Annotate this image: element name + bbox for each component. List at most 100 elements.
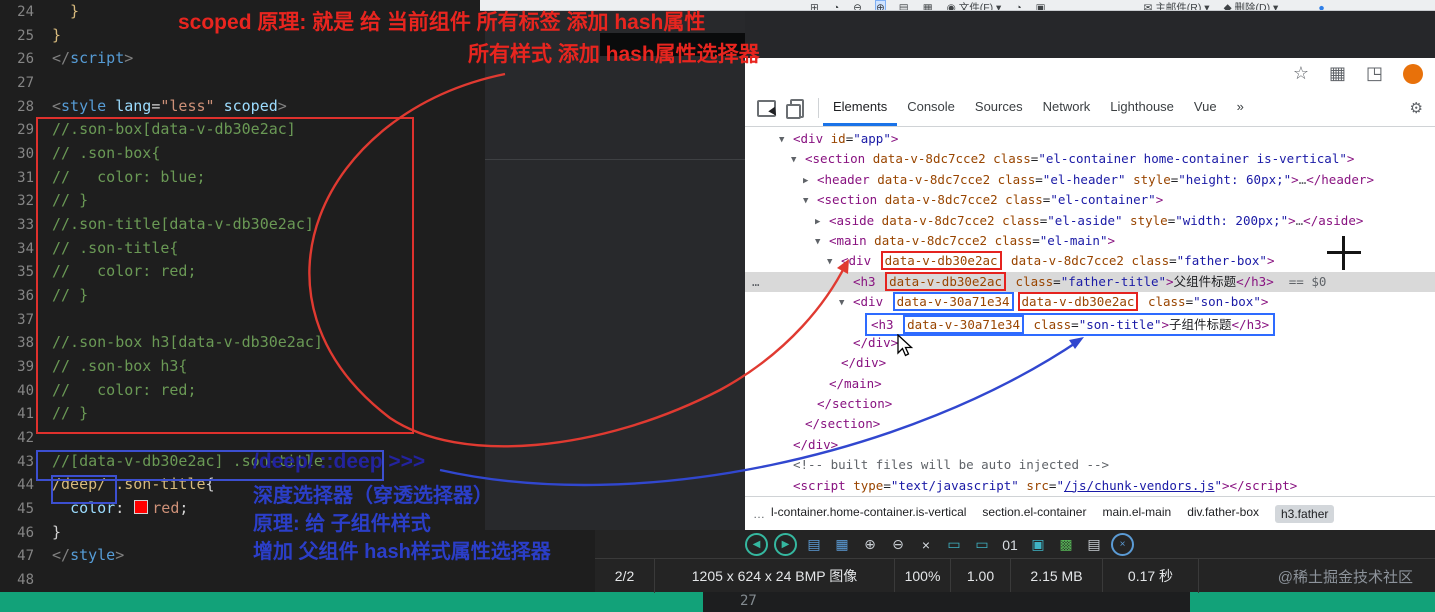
browser-address-bar[interactable]: ☆ ▦ ◳ ● — [745, 58, 1435, 91]
dom-token: > — [1161, 316, 1170, 332]
print-icon[interactable]: ▤ — [1083, 534, 1105, 556]
close-image-icon[interactable]: × — [915, 534, 937, 556]
deep-selector-highlight-box-blue — [51, 475, 117, 504]
dom-token: <!-- built files will be auto injected -… — [793, 457, 1110, 473]
device-toolbar-icon[interactable] — [786, 98, 804, 119]
browser-titlebar — [745, 10, 1435, 58]
dom-token: class — [997, 192, 1043, 208]
tab-sources[interactable]: Sources — [965, 90, 1033, 126]
image-viewer-bottom-panel: ◀ ▶ ▤ ▦ ⊕ ⊖ × ▭ ▭ 01 ▣ ▩ ▤ × 2/2 1205 x 624 x 24 BMP 图… — [595, 530, 1435, 593]
twisty-arrow-icon[interactable]: ▼ — [803, 191, 817, 211]
color-swatch — [134, 500, 149, 515]
twisty-arrow-icon[interactable]: ▶ — [803, 171, 817, 191]
dom-tree-row[interactable]: </section> — [745, 414, 1435, 434]
dom-tree-row[interactable]: </div> — [745, 353, 1435, 373]
dom-token: "el-container home-container is-vertical… — [1038, 151, 1347, 167]
dom-tree-row[interactable]: <script type="text/javascript" src="/js/… — [745, 476, 1435, 496]
screen-tool[interactable]: ▣ — [1036, 1, 1046, 10]
dom-token: " — [1056, 477, 1064, 493]
tab-network[interactable]: Network — [1033, 90, 1101, 126]
dom-tree-row[interactable]: … <h3 data-v-db30e2ac class="father-title… — [745, 271, 1435, 293]
breadcrumb-item[interactable]: l-container.home-container.is-vertical — [771, 505, 966, 523]
dom-token: </h3> — [1231, 316, 1270, 332]
breadcrumb-item[interactable]: section.el-container — [982, 505, 1086, 523]
next-image-icon[interactable]: ▶ — [774, 533, 797, 556]
view-list-tool[interactable]: ▤ — [899, 1, 909, 10]
fit-width-icon[interactable]: ▭ — [943, 534, 965, 556]
dom-tree-row[interactable]: ▼ <div data-v-db30e2ac data-v-8dc7cce2 cl… — [745, 251, 1435, 271]
breadcrumb: … l-container.home-container.is-vertical… — [745, 496, 1435, 530]
footer-line-number: 27 — [740, 593, 757, 609]
mail-menu[interactable]: ✉ 主邮件(R) ▾ — [1144, 1, 1210, 10]
twisty-arrow-icon[interactable]: ▼ — [779, 130, 793, 150]
dom-tree-row[interactable]: ▶ <aside data-v-8dc7cce2 class="el-aside"… — [745, 211, 1435, 231]
dom-token: data-v-8dc7cce2 — [1003, 253, 1124, 269]
breadcrumb-item[interactable]: h3.father — [1275, 505, 1335, 523]
fullscreen-icon[interactable]: ▣ — [1027, 534, 1049, 556]
extensions-icon[interactable]: ◳ — [1366, 63, 1383, 84]
delete-menu[interactable]: ◆ 删除(D) ▾ — [1224, 1, 1279, 10]
breadcrumb-item[interactable]: main.el-main — [1102, 505, 1171, 523]
browse-list-icon[interactable]: ▤ — [803, 534, 825, 556]
slideshow-icon[interactable]: ▩ — [1055, 534, 1077, 556]
dom-token: = — [1032, 232, 1040, 248]
status-cell: 1205 x 624 x 24 BMP 图像 — [655, 559, 895, 593]
line-number: 30 — [17, 146, 34, 163]
line-number: 45 — [17, 501, 34, 518]
app-button[interactable]: ● — [1318, 1, 1324, 10]
dom-tree-row[interactable]: </section> — [745, 394, 1435, 414]
line-number: 34 — [17, 240, 34, 257]
twisty-arrow-icon[interactable]: ▼ — [815, 232, 829, 252]
dom-tree-row[interactable]: </div> — [745, 435, 1435, 455]
dom-tree-row[interactable]: ▼ <section data-v-8dc7cce2 class="el-cont… — [745, 190, 1435, 210]
dom-token: = — [1035, 171, 1043, 187]
inspect-element-icon[interactable] — [757, 99, 776, 117]
actual-size-icon[interactable]: 01 — [999, 534, 1021, 556]
twisty-arrow-icon[interactable]: ▶ — [815, 212, 829, 232]
dom-token: class — [1123, 253, 1170, 269]
twisty-arrow-icon[interactable]: ▼ — [839, 293, 853, 313]
code-token: > — [124, 49, 134, 68]
prev-image-icon[interactable]: ◀ — [745, 533, 768, 556]
fit-window-icon[interactable]: ▭ — [971, 534, 993, 556]
dom-token: "father-title" — [1060, 273, 1167, 289]
zoom-out-icon[interactable]: ⊖ — [887, 534, 909, 556]
settings-gear-icon[interactable]: ⚙ — [1410, 99, 1423, 117]
settings-icon[interactable]: × — [1111, 533, 1134, 556]
tab-vue[interactable]: Vue — [1184, 90, 1227, 126]
dom-tree-row[interactable]: <h3 data-v-30a71e34 class="son-title">子组… — [745, 312, 1435, 336]
thumbnail-grid-icon[interactable]: ▦ — [831, 534, 853, 556]
view-grid-tool[interactable]: ▦ — [923, 1, 933, 10]
tab-console[interactable]: Console — [897, 90, 965, 126]
effects-tool[interactable]: ◔ — [1015, 1, 1021, 10]
dom-tree-row[interactable]: ▼ <div data-v-30a71e34 data-v-db30e2ac cla… — [745, 292, 1435, 312]
line-number: 26 — [17, 51, 34, 68]
tab-more[interactable]: » — [1227, 90, 1254, 126]
apps-grid-icon[interactable]: ▦ — [1329, 63, 1346, 84]
zoom-in-tool[interactable]: ⊕ — [874, 0, 886, 10]
bookmark-star-icon[interactable]: ☆ — [1293, 63, 1309, 84]
dom-tree-row[interactable]: <!-- built files will be auto injected -… — [745, 455, 1435, 475]
tab-elements[interactable]: Elements — [823, 90, 898, 126]
breadcrumb-item[interactable]: div.father-box — [1187, 505, 1259, 523]
dom-token: </main> — [829, 375, 882, 391]
profile-avatar[interactable]: ● — [1403, 63, 1423, 84]
dom-tree-row[interactable]: ▼ <main data-v-8dc7cce2 class="el-main"> — [745, 231, 1435, 251]
file-menu[interactable]: ◉ 文件(F) ▾ — [947, 1, 1002, 10]
twisty-arrow-icon[interactable]: ▼ — [791, 150, 805, 170]
dom-token: "son-box" — [1193, 294, 1261, 310]
tab-lighthouse[interactable]: Lighthouse — [1100, 90, 1184, 126]
dom-tree-row[interactable]: </div> — [745, 333, 1435, 353]
dom-token: </h3> — [1236, 273, 1274, 289]
annotation-deep-hash: 增加 父组件 hash样式属性选择器 — [253, 541, 551, 563]
pan-tool[interactable]: ⊞ — [810, 1, 819, 10]
zoom-in-icon[interactable]: ⊕ — [859, 534, 881, 556]
twisty-arrow-icon[interactable]: ▼ — [827, 252, 841, 272]
dom-tree-row[interactable]: </main> — [745, 374, 1435, 394]
dom-tree-row[interactable]: ▼ <section data-v-8dc7cce2 class="el-cont… — [745, 149, 1435, 169]
rotate-tool[interactable]: ◔ — [833, 1, 839, 10]
dom-tree-row[interactable]: ▶ <header data-v-8dc7cce2 class="el-heade… — [745, 170, 1435, 190]
breadcrumb-ellipsis[interactable]: … — [753, 507, 765, 521]
zoom-out-tool[interactable]: ⊖ — [853, 1, 862, 10]
dom-tree-row[interactable]: ▼ <div id="app"> — [745, 129, 1435, 149]
